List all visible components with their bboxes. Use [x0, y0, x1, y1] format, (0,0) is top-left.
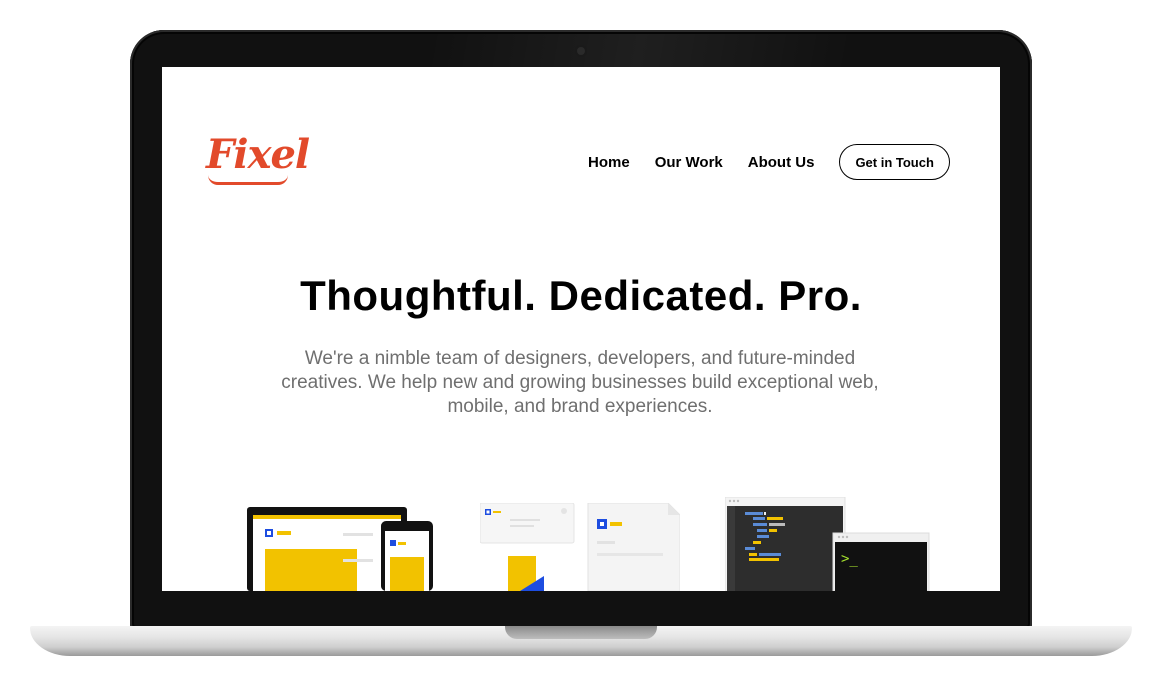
laptop-base-notch [505, 626, 657, 639]
get-in-touch-button[interactable]: Get in Touch [839, 144, 950, 180]
documents-illustration [480, 503, 680, 591]
nav-our-work[interactable]: Our Work [655, 154, 723, 171]
site-logo[interactable]: Fixel [206, 131, 310, 178]
camera-icon [577, 47, 585, 55]
hero-description: We're a nimble team of designers, develo… [281, 348, 879, 417]
terminal-prompt: >_ [841, 551, 858, 567]
code-terminal-illustration: >_ [725, 497, 930, 591]
laptop-screen: Fixel Home Our Work About Us Get in Touc… [162, 67, 1000, 591]
hero-title: Thoughtful. Dedicated. Pro. [300, 272, 862, 319]
main-nav: Home Our Work About Us Get in Touch [588, 144, 950, 180]
nav-home[interactable]: Home [588, 154, 630, 171]
nav-about-us[interactable]: About Us [748, 154, 815, 171]
devices-illustration [247, 507, 433, 591]
logo-swash [208, 175, 288, 185]
